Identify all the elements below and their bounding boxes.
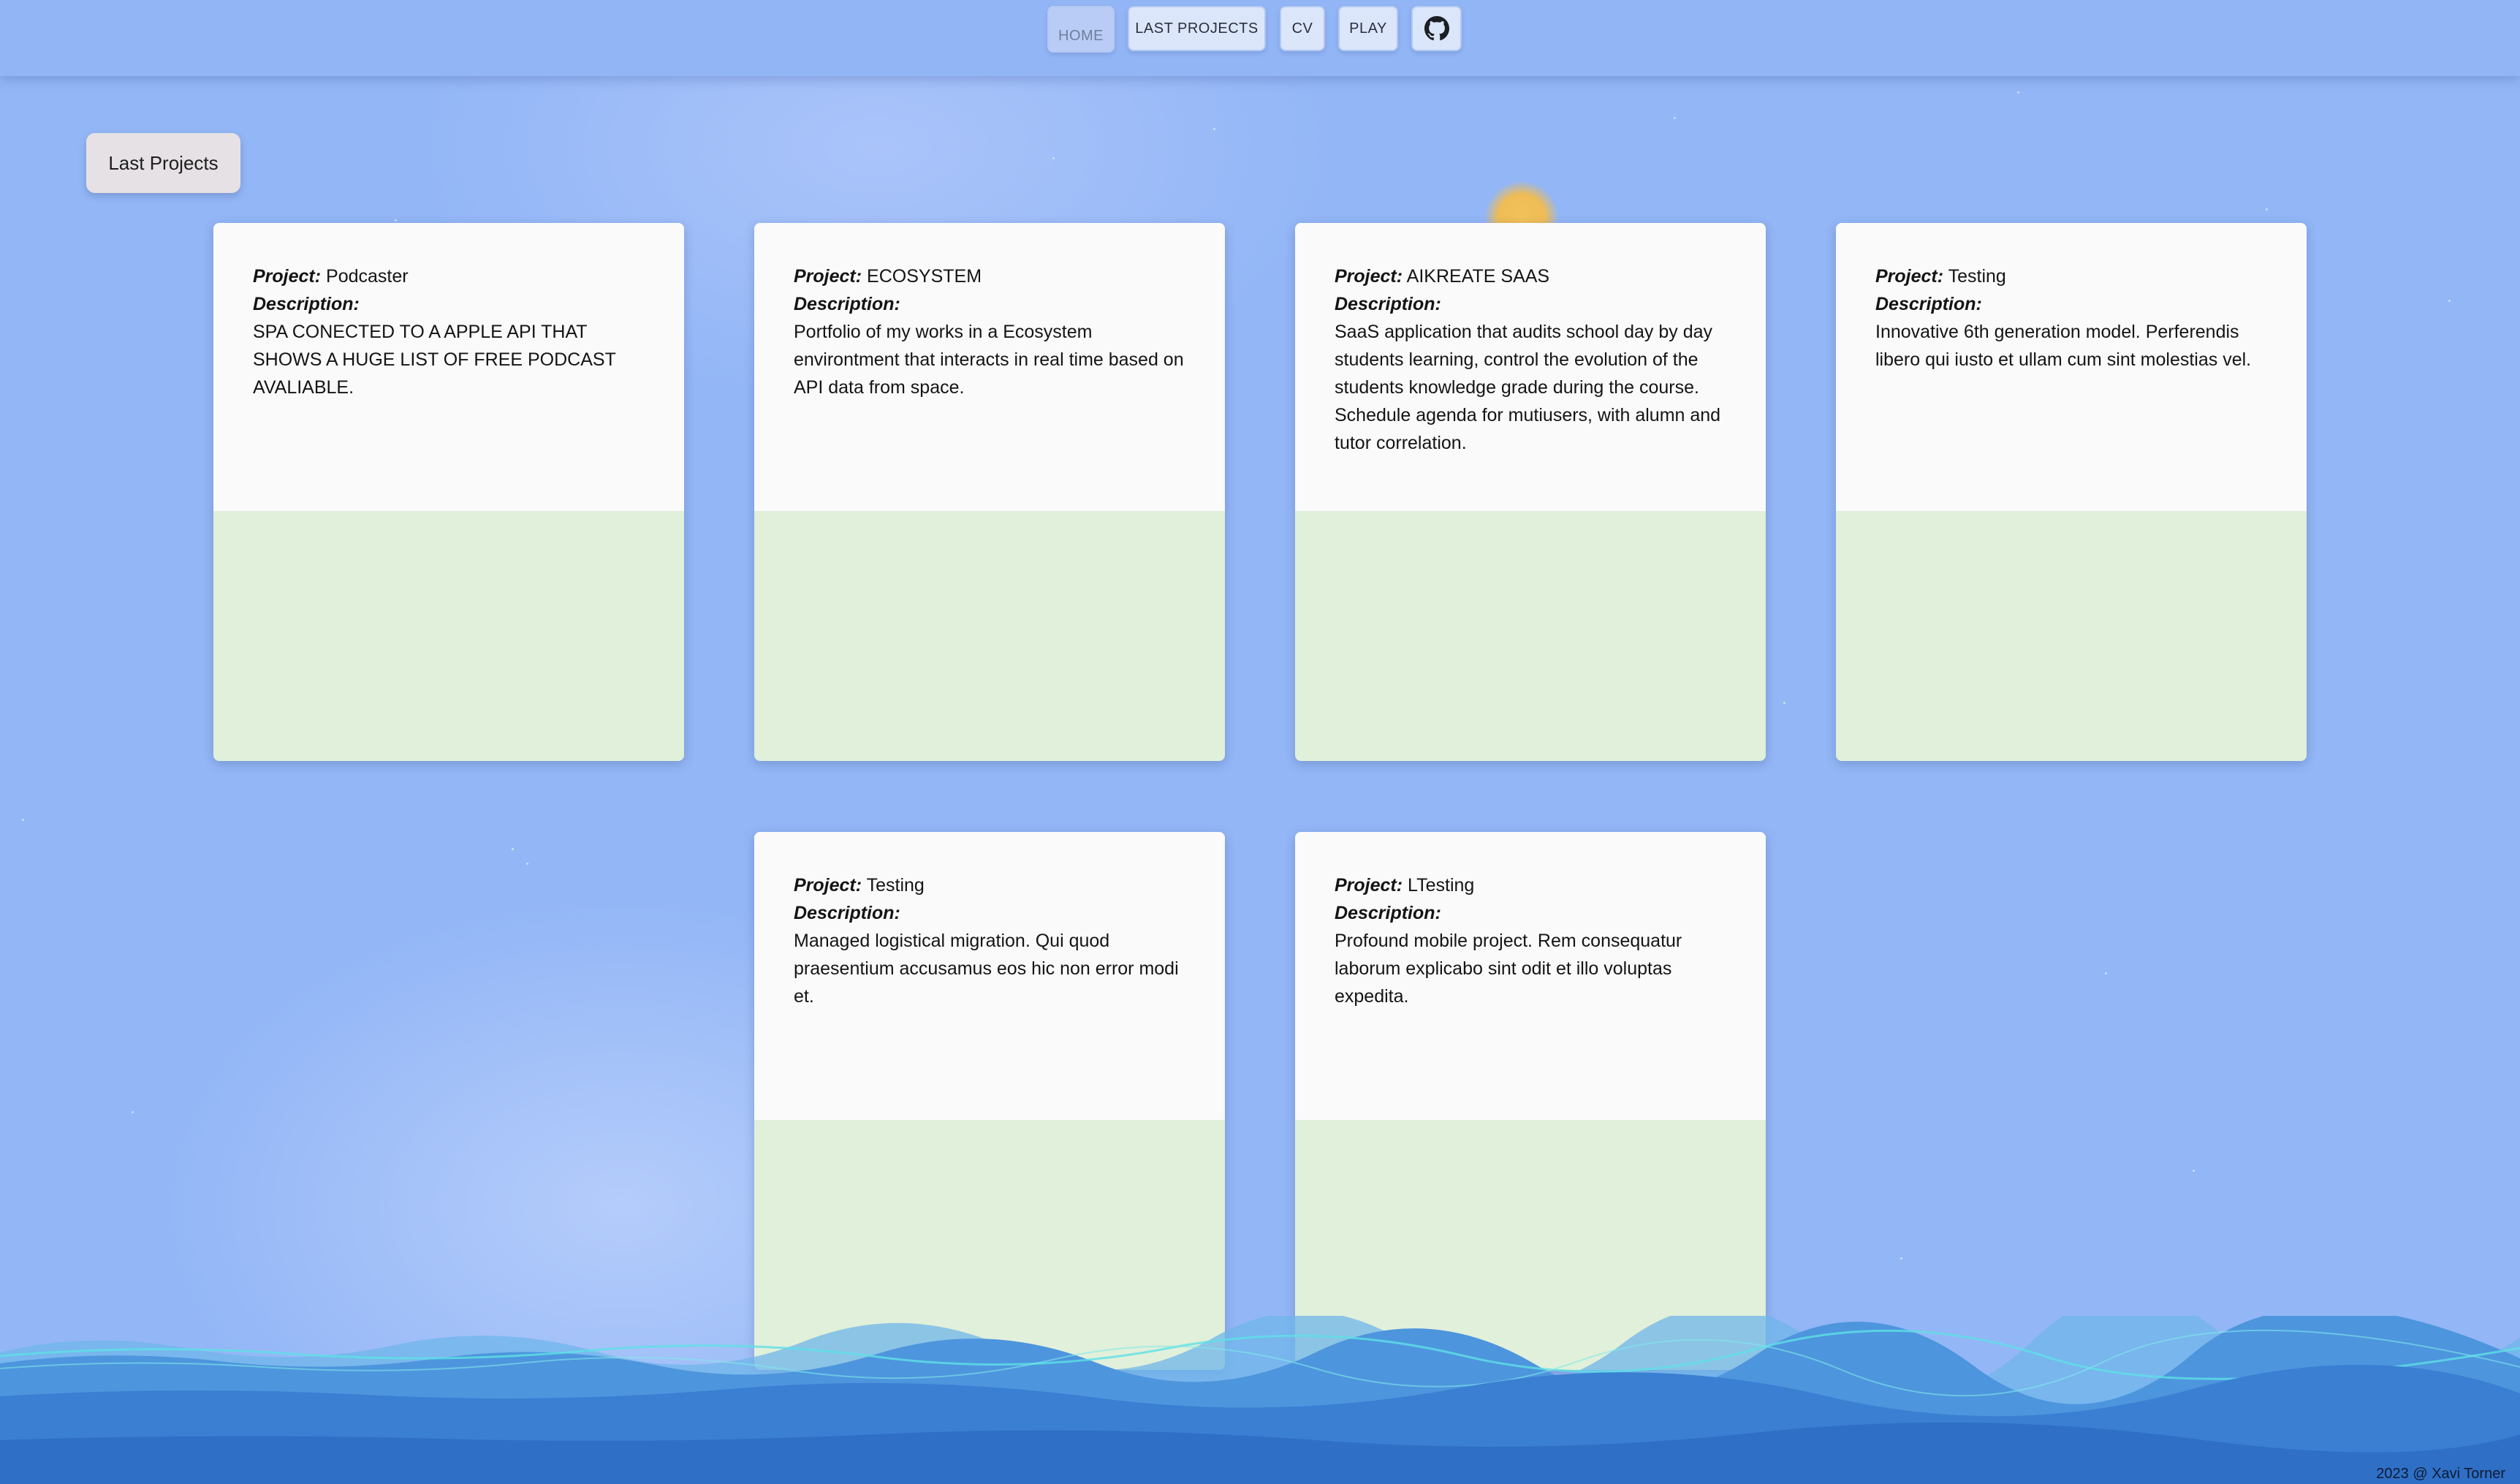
nav-github-button[interactable] [1411, 6, 1462, 51]
project-label: Project: [1335, 875, 1403, 896]
description-label: Description: [1335, 903, 1441, 923]
description-label: Description: [794, 294, 900, 314]
project-label: Project: [794, 266, 862, 287]
ocean-waves [0, 1316, 2520, 1484]
project-name: Testing [1948, 266, 2006, 287]
project-label: Project: [1875, 266, 1944, 287]
project-card[interactable]: Project: Podcaster Description: SPA CONE… [213, 223, 684, 761]
project-name: Podcaster [326, 266, 409, 287]
project-description: Portfolio of my works in a Ecosystem env… [794, 322, 1184, 398]
section-title-last-projects: Last Projects [86, 133, 240, 193]
project-description: SaaS application that audits school day … [1335, 322, 1721, 453]
project-card[interactable]: Project: Testing Description: Managed lo… [754, 832, 1225, 1370]
project-card[interactable]: Project: Testing Description: Innovative… [1836, 223, 2307, 761]
description-label: Description: [794, 903, 900, 923]
card-text-area: Project: AIKREATE SAAS Description: SaaS… [1295, 223, 1766, 511]
nav-play-button[interactable]: PLAY [1338, 6, 1398, 51]
nav-cv-button[interactable]: CV [1280, 6, 1325, 51]
card-text-area: Project: Podcaster Description: SPA CONE… [213, 223, 684, 511]
card-text-area: Project: LTesting Description: Profound … [1295, 832, 1766, 1120]
github-icon [1424, 16, 1449, 41]
footer-copyright: 2023 @ Xavi Torner [2376, 1466, 2505, 1482]
description-label: Description: [1875, 294, 1982, 314]
project-description: Managed logistical migration. Qui quod p… [794, 931, 1179, 1007]
card-text-area: Project: Testing Description: Innovative… [1836, 223, 2307, 511]
project-name: ECOSYSTEM [867, 266, 982, 287]
project-label: Project: [794, 875, 862, 896]
project-description: Innovative 6th generation model. Perfere… [1875, 322, 2252, 370]
nav-home-button[interactable]: HOME [1047, 6, 1115, 53]
project-name: LTesting [1408, 875, 1475, 896]
description-label: Description: [1335, 294, 1441, 314]
card-text-area: Project: ECOSYSTEM Description: Portfoli… [754, 223, 1225, 511]
project-label: Project: [1335, 266, 1403, 287]
nav-last-projects-button[interactable]: LAST PROJECTS [1128, 6, 1266, 51]
project-label: Project: [253, 266, 322, 287]
project-description: Profound mobile project. Rem consequatur… [1335, 931, 1682, 1007]
project-name: AIKREATE SAAS [1406, 266, 1550, 287]
project-card[interactable]: Project: LTesting Description: Profound … [1295, 832, 1766, 1370]
card-text-area: Project: Testing Description: Managed lo… [754, 832, 1225, 1120]
project-card[interactable]: Project: ECOSYSTEM Description: Portfoli… [754, 223, 1225, 761]
description-label: Description: [253, 294, 360, 314]
project-name: Testing [866, 875, 925, 896]
project-card[interactable]: Project: AIKREATE SAAS Description: SaaS… [1295, 223, 1766, 761]
project-description: SPA CONECTED TO A APPLE API THAT SHOWS A… [253, 322, 616, 398]
top-navbar: HOME LAST PROJECTS CV PLAY [0, 0, 2520, 76]
